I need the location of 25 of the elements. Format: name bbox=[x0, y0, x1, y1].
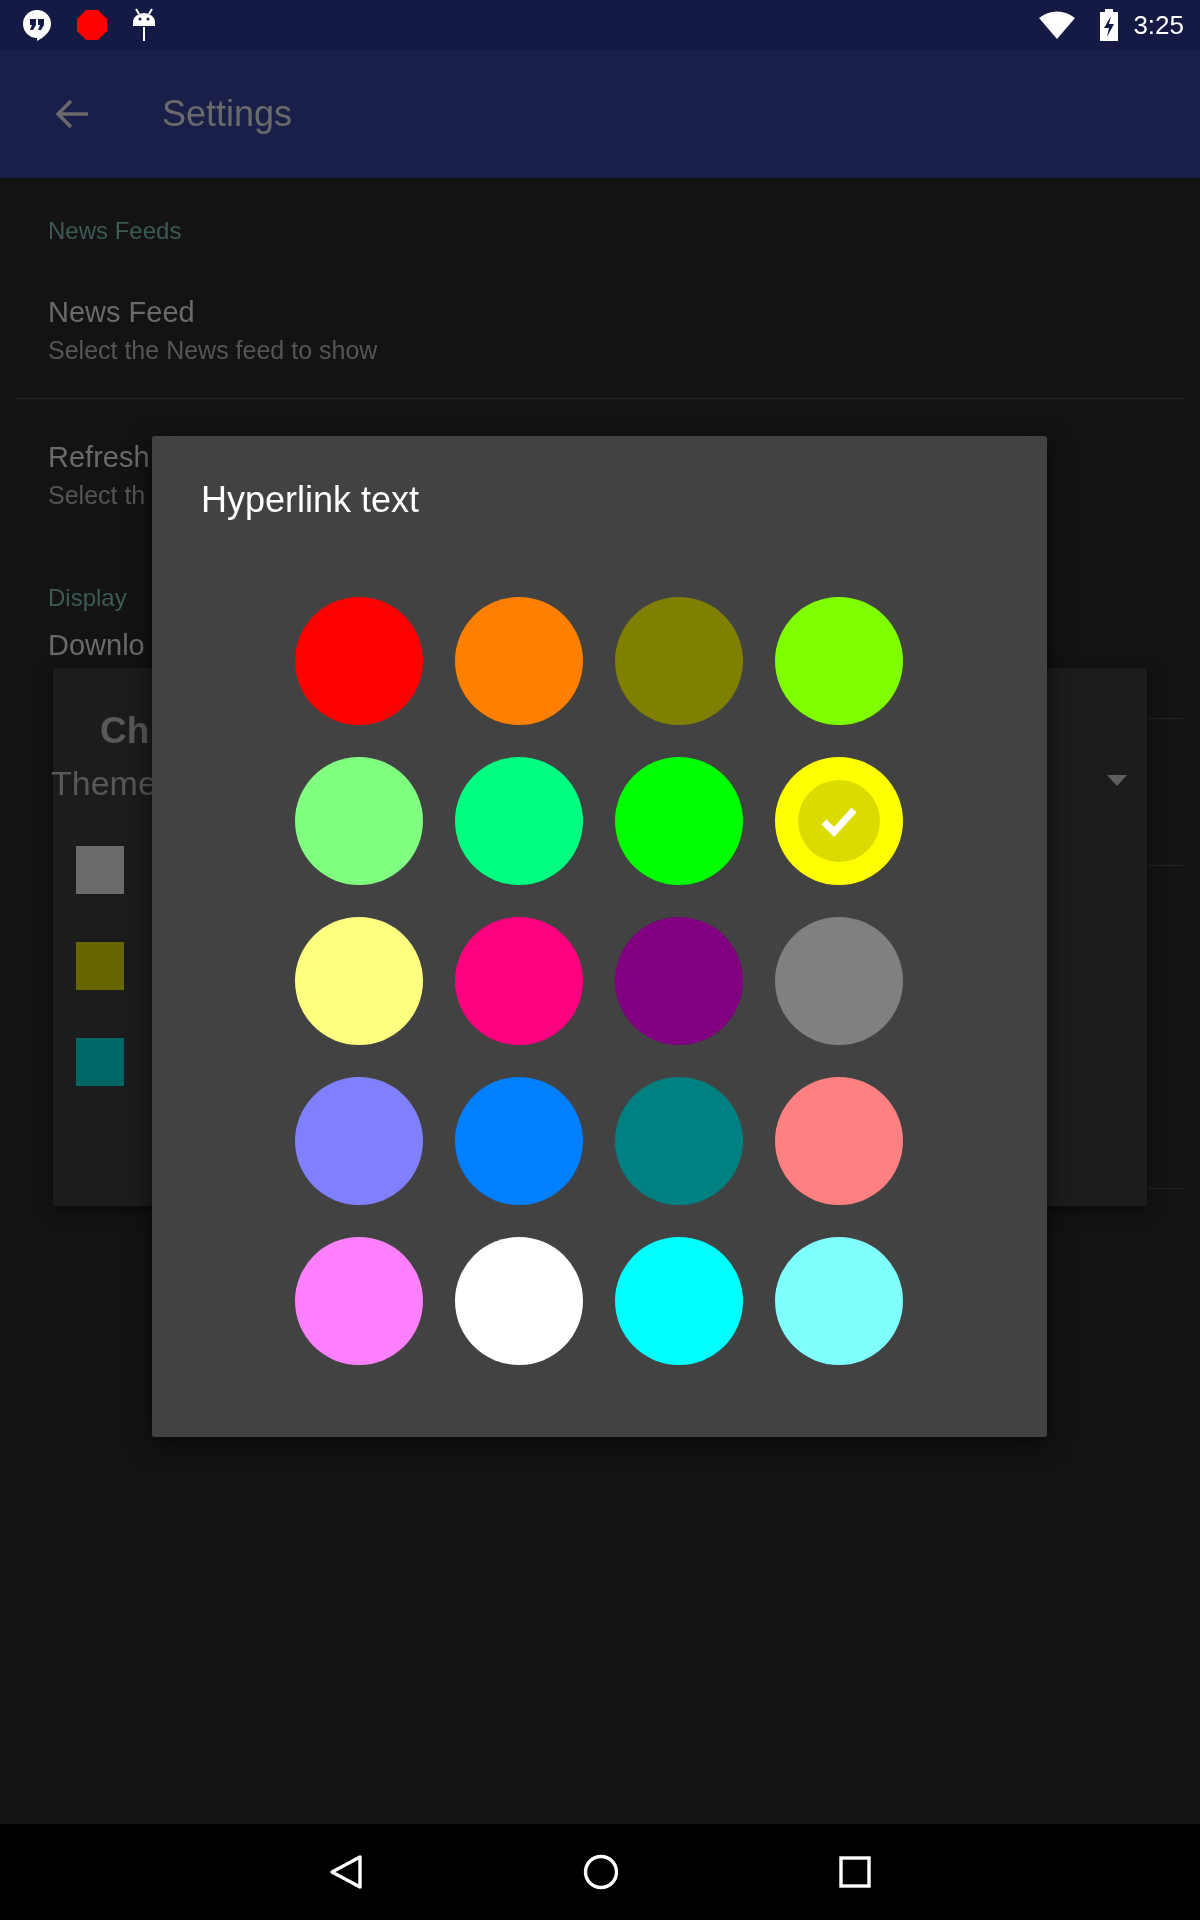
color-swatch[interactable] bbox=[76, 1038, 124, 1086]
home-circle-icon[interactable] bbox=[583, 1854, 619, 1890]
dropdown-label: Theme bbox=[51, 764, 157, 803]
wifi-icon bbox=[1039, 11, 1076, 39]
battery-charging-icon bbox=[1099, 9, 1120, 41]
color-swatch[interactable] bbox=[76, 942, 124, 990]
dialog-title: Hyperlink text bbox=[201, 480, 421, 520]
setting-summary: Select th bbox=[48, 480, 146, 511]
setting-summary: Select the News feed to show bbox=[48, 335, 378, 366]
recents-square-icon[interactable] bbox=[839, 1856, 871, 1888]
android-robot-icon bbox=[132, 8, 156, 42]
dialog-title: Ch bbox=[100, 710, 150, 752]
setting-title[interactable]: Refresh bbox=[48, 437, 150, 477]
status-time: 3:25 bbox=[1133, 9, 1184, 41]
dropdown-arrow-icon[interactable] bbox=[1107, 775, 1127, 786]
color-swatch[interactable] bbox=[76, 846, 124, 894]
quote-bubble-icon bbox=[22, 9, 52, 41]
section-header: News Feeds bbox=[47, 216, 183, 246]
setting-title[interactable]: News Feed bbox=[48, 292, 195, 332]
section-header: Display bbox=[47, 583, 128, 613]
back-arrow-icon[interactable] bbox=[55, 99, 89, 129]
app-bar-title: Settings bbox=[162, 93, 293, 135]
back-triangle-icon[interactable] bbox=[329, 1854, 363, 1890]
setting-title[interactable]: Downlo bbox=[48, 625, 145, 665]
check-icon bbox=[798, 780, 880, 862]
